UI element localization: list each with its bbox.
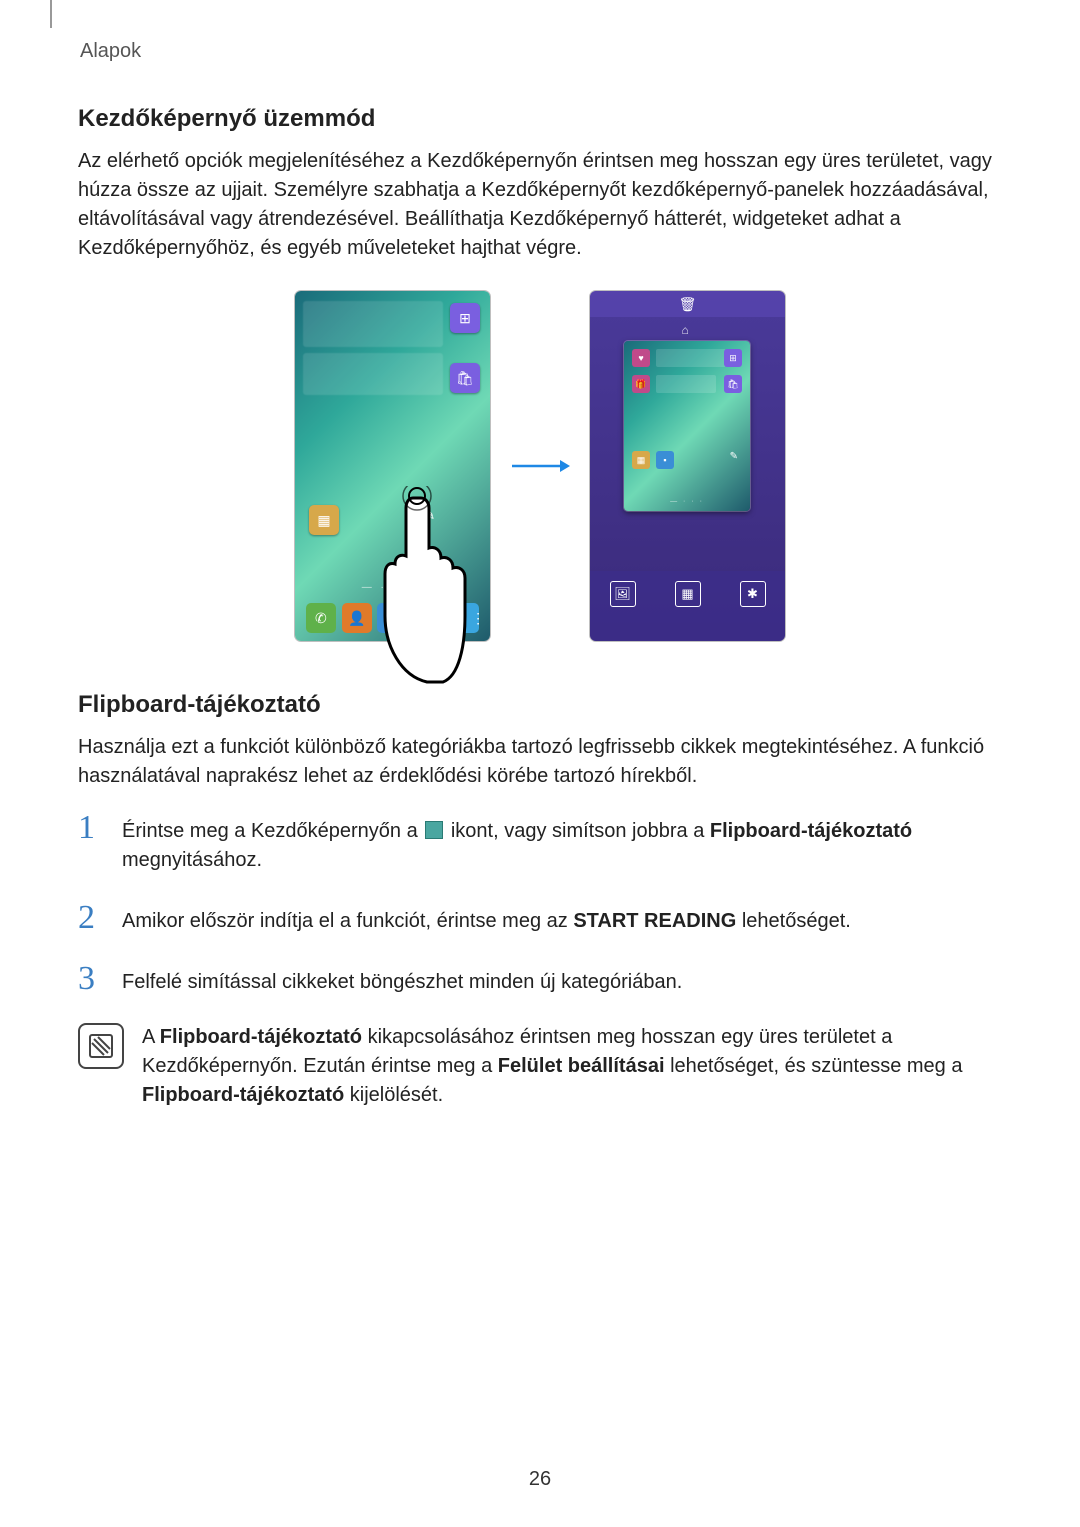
gift-icon: 🎁 [632,375,650,393]
wallpaper-icon: 🖼 [610,581,636,607]
step-item: 1 Érintse meg a Kezdőképernyőn a ikont, … [78,811,1002,875]
folder-icon: ▦ [309,505,339,535]
note-text: lehetőséget, és szüntesse meg a [665,1055,963,1077]
shop-icon: 🛍 [724,375,742,393]
step-number: 2 [78,901,104,935]
step-number: 1 [78,811,104,845]
step-text: megnyitásához. [122,849,262,871]
app-icon: ▪ [656,451,674,469]
folder-icon: ▦ [632,451,650,469]
flipboard-icon [425,821,443,839]
note-icon [78,1023,124,1069]
widget-icon: ⊞ [450,303,480,333]
edit-options-bar: 🖼 ▦ ✱ [590,571,785,641]
step-text: Felfelé simítással cikkeket böngészhet m… [122,971,682,993]
step-item: 2 Amikor először indítja el a funkciót, … [78,901,1002,936]
arrow-right-icon [510,456,570,476]
screenshot-homescreen: ⊞ 🛍 ▦ ✎ — · · · · ✆ 👤 ✉ 🌐 ⋮⋮⋮ [295,291,490,641]
heart-icon: ♥ [632,349,650,367]
hand-longpress-illustration [373,486,473,686]
note-bold: Flipboard-tájékoztató [160,1026,362,1048]
phone-icon: ✆ [306,603,336,633]
widgets-icon: ▦ [675,581,701,607]
settings-icon: ✱ [740,581,766,607]
figure-homescreen-edit: ⊞ 🛍 ▦ ✎ — · · · · ✆ 👤 ✉ 🌐 ⋮⋮⋮ [78,291,1002,641]
step-text: ikont, vagy simítson jobbra a [445,820,710,842]
trash-icon: 🗑 [679,296,697,313]
note-bold: Felület beállításai [498,1055,665,1077]
widget-icon: ⊞ [724,349,742,367]
section2-body: Használja ezt a funkciót különböző kateg… [78,733,1002,791]
step-item: 3 Felfelé simítással cikkeket böngészhet… [78,962,1002,997]
home-icon: ⌂ [682,323,694,335]
page-number: 26 [0,1468,1080,1491]
step-text: lehetőséget. [736,910,851,932]
step-text: Amikor először indítja el a funkciót, ér… [122,910,573,932]
contacts-icon: 👤 [342,603,372,633]
note-text: A [142,1026,160,1048]
step-text: Érintse meg a Kezdőképernyőn a [122,820,423,842]
homescreen-thumbnail: ♥ ⊞ 🎁 🛍 ▦ ▪ ✎ — · · · [624,341,750,511]
section1-title: Kezdőképernyő üzemmód [78,105,1002,133]
step-bold: Flipboard-tájékoztató [710,820,912,842]
note-block: A Flipboard-tájékoztató kikapcsolásához … [78,1023,1002,1110]
shop-icon: 🛍 [450,363,480,393]
note-bold: Flipboard-tájékoztató [142,1084,344,1106]
section2-title: Flipboard-tájékoztató [78,691,1002,719]
note-text: kijelölését. [344,1084,443,1106]
step-bold: START READING [573,910,736,932]
screenshot-edit-mode: 🗑 ⌂ ♥ ⊞ 🎁 🛍 ▦ ▪ ✎ — · · · [590,291,785,641]
edit-topbar: 🗑 [590,291,785,317]
running-header: Alapok [78,40,1002,63]
header-accent-rule [50,0,52,28]
step-number: 3 [78,962,104,996]
section1-body: Az elérhető opciók megjelenítéséhez a Ke… [78,147,1002,263]
